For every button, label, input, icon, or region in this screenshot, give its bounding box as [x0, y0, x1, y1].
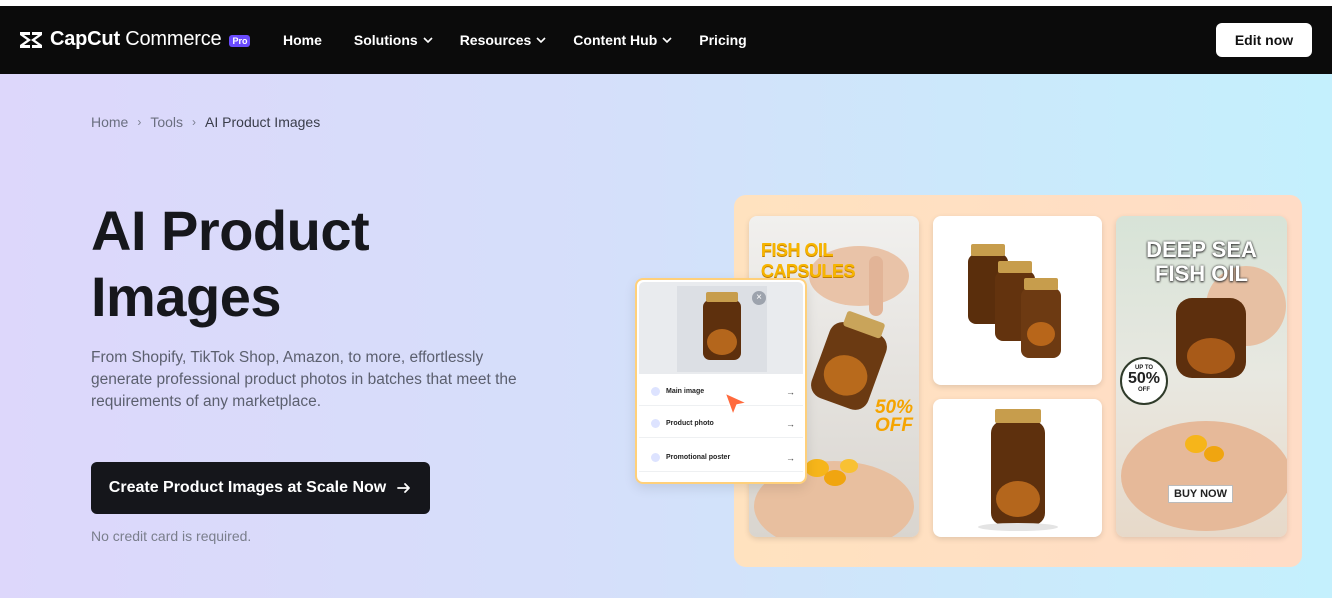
arrow-right-icon: →	[786, 387, 795, 397]
top-navbar: CapCut Commerce Pro Home Solutions Resou…	[0, 6, 1332, 74]
single-bottle-card	[933, 399, 1102, 537]
three-bottles-card	[933, 216, 1102, 385]
cta-label: Create Product Images at Scale Now	[108, 479, 387, 496]
fish-oil-capsules-title: FISH OIL CAPSULES	[761, 240, 856, 281]
chevron-down-icon	[423, 37, 433, 44]
capcut-logo-icon	[20, 31, 42, 48]
nav-item-content-hub[interactable]: Content Hub	[573, 32, 672, 48]
nav-item-solutions[interactable]: Solutions	[354, 32, 433, 48]
deep-sea-fish-oil-card: DEEP SEA FISH OIL UP TO 50% OFF BUY NOW	[1116, 216, 1287, 537]
nav-item-home[interactable]: Home	[283, 32, 322, 48]
chevron-right-icon: ›	[137, 115, 142, 129]
hero-section: Home › Tools › AI Product Images AI Prod…	[0, 74, 1332, 598]
option-promotional-poster[interactable]: Promotional poster →	[639, 444, 803, 472]
main-nav: Home Solutions Resources Content Hub Pri…	[283, 6, 747, 74]
create-product-images-button[interactable]: Create Product Images at Scale Now	[91, 462, 430, 514]
breadcrumb-home[interactable]: Home	[91, 114, 128, 130]
nav-item-pricing[interactable]: Pricing	[699, 32, 746, 48]
breadcrumb: Home › Tools › AI Product Images	[91, 114, 320, 130]
arrow-right-icon: →	[786, 419, 795, 429]
close-icon[interactable]: ×	[752, 291, 766, 305]
image-type-panel: × Main image → Product photo → Promotion…	[635, 278, 807, 484]
hero-description: From Shopify, TikTok Shop, Amazon, to mo…	[91, 349, 517, 410]
page-title: AI Product Images	[91, 199, 370, 328]
arrow-right-icon	[397, 483, 411, 493]
deep-sea-fish-oil-title: DEEP SEA FISH OIL	[1146, 237, 1257, 286]
photo-icon	[651, 419, 660, 428]
edit-now-button[interactable]: Edit now	[1216, 23, 1312, 57]
offer-text: 50% OFF	[874, 397, 913, 436]
capcut-commerce-logo[interactable]: CapCut Commerce Pro	[18, 28, 251, 51]
image-icon	[651, 387, 660, 396]
discount-badge: UP TO 50% OFF	[1120, 357, 1168, 405]
chevron-right-icon: ›	[192, 115, 197, 129]
chevron-down-icon	[536, 37, 546, 44]
chevron-down-icon	[662, 37, 672, 44]
panel-preview: ×	[639, 282, 803, 374]
bottle-illustration	[978, 409, 1058, 531]
no-credit-card-note: No credit card is required.	[91, 528, 252, 544]
nav-item-resources[interactable]: Resources	[460, 32, 547, 48]
breadcrumb-tools[interactable]: Tools	[150, 114, 183, 130]
pointer-cursor-icon	[724, 392, 748, 416]
pro-badge: Pro	[229, 34, 251, 47]
bottles-illustration	[968, 244, 1061, 358]
product-showcase: FISH OIL CAPSULES 50% OFF DEEP SEA FISH …	[734, 195, 1302, 567]
option-main-image[interactable]: Main image →	[639, 378, 803, 406]
breadcrumb-current: AI Product Images	[205, 114, 321, 130]
brand-name: CapCut Commerce	[50, 28, 222, 50]
buy-now-label: BUY NOW	[1168, 485, 1233, 503]
option-product-photo[interactable]: Product photo →	[639, 410, 803, 438]
poster-icon	[651, 453, 660, 462]
arrow-right-icon: →	[786, 453, 795, 463]
